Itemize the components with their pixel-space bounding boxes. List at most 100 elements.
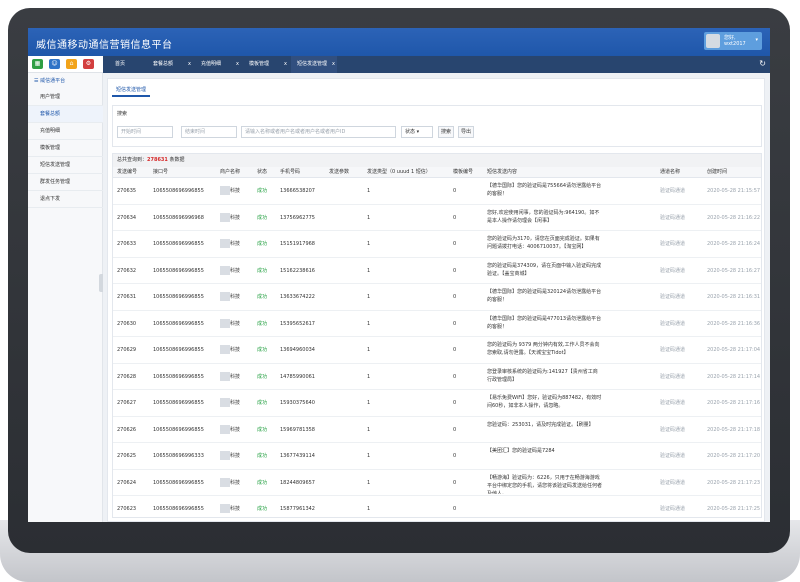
table-body: 270635 1065508696996855 科技 成功 13666538207 1 0 【… xyxy=(113,178,761,517)
sidebar-toolbar: ▦ ☺ ⌂ ⚙ xyxy=(28,56,103,73)
cell-channel: 验证码通道 xyxy=(660,267,686,274)
col-port: 接口号 xyxy=(153,169,169,175)
cell-id: 270631 xyxy=(117,294,137,300)
tab-template[interactable]: 模板管理 x xyxy=(243,56,289,73)
table-row[interactable]: 270628 1065508696996855 科技 成功 14785990061 1 0 您… xyxy=(113,364,761,391)
tab-label: 首页 xyxy=(115,61,126,67)
sidebar-item-bulk[interactable]: 群发任务管理 xyxy=(28,174,103,191)
cell-type: 1 xyxy=(367,506,371,512)
merchant-name: 科技 xyxy=(230,241,241,247)
tab-recharge[interactable]: 充值明细 x xyxy=(195,56,241,73)
cell-status: 成功 xyxy=(257,373,268,380)
cell-id: 270628 xyxy=(117,373,137,380)
cell-phone: 15969781358 xyxy=(280,426,315,433)
settings-button[interactable]: ⚙ xyxy=(83,59,94,69)
sidebar-item-users[interactable]: 用户管理 xyxy=(28,89,103,106)
close-icon[interactable]: x xyxy=(284,56,287,73)
cell-status: 成功 xyxy=(257,241,268,247)
table-row[interactable]: 270634 1065508696996968 科技 成功 13756962775 1 0 您… xyxy=(113,205,761,231)
close-icon[interactable]: x xyxy=(236,56,239,73)
cell-time: 2020-05-28 21:17:14 xyxy=(707,373,761,380)
cell-time: 2020-05-28 21:16:22 xyxy=(707,214,761,221)
cell-status: 成功 xyxy=(257,479,268,486)
table-row[interactable]: 270625 1065508696996333 科技 成功 13677439114 1 0 【… xyxy=(113,443,761,470)
home-button[interactable]: ⌂ xyxy=(66,59,77,69)
sidebar-item-template[interactable]: 模板管理 xyxy=(28,140,103,157)
close-icon[interactable]: x xyxy=(332,56,335,73)
cell-id: 270632 xyxy=(117,267,137,274)
tab-sms-send[interactable]: 短信发送管理 x xyxy=(291,56,337,73)
cell-port: 1065508696996855 xyxy=(153,400,204,406)
table-row[interactable]: 270635 1065508696996855 科技 成功 13666538207 1 0 【… xyxy=(113,178,761,205)
cell-port: 1065508696996333 xyxy=(153,453,204,459)
close-icon[interactable]: x xyxy=(188,56,191,73)
sidebar-item-sms[interactable]: 短信发送管理 xyxy=(28,157,103,174)
table-row[interactable]: 270623 1065508696996855 科技 成功 15877961342 1 0 验… xyxy=(113,496,761,517)
start-time-input[interactable]: 开始时间 xyxy=(117,126,173,138)
cell-phone: 13756962775 xyxy=(280,214,315,221)
cell-type: 1 xyxy=(367,241,371,247)
merchant-name: 科技 xyxy=(230,214,241,221)
cell-type: 1 xyxy=(367,373,371,380)
search-row: 开始时间 结束时间 请输入名称或者用户名或者用户名或者用户ID 状态 ▾ 搜索 … xyxy=(117,126,757,139)
user-menu[interactable]: 您好, wxt2017 ▾ xyxy=(704,32,762,50)
table-row[interactable]: 270632 1065508696996855 科技 成功 15162238616 1 0 您… xyxy=(113,258,761,284)
col-params: 发送参数 xyxy=(329,169,350,175)
cell-id: 270633 xyxy=(117,241,137,247)
subtab-sms-send[interactable]: 短信发送管理 xyxy=(112,83,151,97)
refresh-icon[interactable]: ↻ xyxy=(759,59,766,68)
table-row[interactable]: 270627 1065508696996855 科技 成功 15930375640 1 0 【… xyxy=(113,390,761,417)
search-button[interactable]: 搜索 xyxy=(438,126,454,138)
cell-content: 您验证码：253031，请及时完成验证。【刷量】 xyxy=(487,421,594,428)
cell-content: 您好,欢迎使用闲事，您的验证码为:964190。如不是本人操作请勿理会【闲事】 xyxy=(487,209,600,224)
sidebar-item-recharge[interactable]: 充值明细 xyxy=(28,123,103,140)
avatar xyxy=(706,34,720,48)
cell-tpl: 0 xyxy=(453,426,457,433)
table-row[interactable]: 270624 1065508696996855 科技 成功 18244809657 1 0 【… xyxy=(113,470,761,496)
masked-merchant xyxy=(220,451,230,460)
table-row[interactable]: 270631 1065508696996855 科技 成功 13633674222 1 0 【… xyxy=(113,284,761,311)
user-greeting: 您好, xyxy=(724,35,736,41)
cell-phone: 15930375640 xyxy=(280,400,315,406)
keyword-input[interactable]: 请输入名称或者用户名或者用户名或者用户ID xyxy=(241,126,396,138)
table-row[interactable]: 270630 1065508696996855 科技 成功 15395652617 1 0 【… xyxy=(113,311,761,337)
cell-merchant: 科技 xyxy=(220,364,240,391)
content-panel: 短信发送管理 搜索 开始时间 结束时间 请输入名称或者用户名或者用户名或者用户I… xyxy=(107,78,765,522)
merchant-name: 科技 xyxy=(230,453,241,459)
cell-port: 1065508696996855 xyxy=(153,426,204,433)
merchant-name: 科技 xyxy=(230,426,241,433)
sidebar-item-package[interactable]: 套餐总额 xyxy=(28,106,103,123)
status-select[interactable]: 状态 ▾ xyxy=(401,126,433,138)
cell-content: 【德华国际】您的验证码是755664请勿泄露给平台的客服！ xyxy=(487,183,602,197)
status-select-value: 状态 xyxy=(405,129,416,135)
tab-bar: 首页 套餐总额 x 充值明细 x 模板管理 x 短信发送管理 x ↻ xyxy=(103,56,770,73)
table-row[interactable]: 270629 1065508696996855 科技 成功 13694960034 1 0 您… xyxy=(113,337,761,364)
cell-content: 您的验证码为 9379 两分钟内有效,工作人员不会向您索取,请勿泄露。【天城宝宝… xyxy=(487,342,600,356)
cell-channel: 验证码通道 xyxy=(660,453,686,459)
table-row[interactable]: 270626 1065508696996855 科技 成功 15969781358 1 0 您… xyxy=(113,417,761,443)
masked-merchant xyxy=(220,398,230,407)
cell-status: 成功 xyxy=(257,426,268,433)
cell-channel: 验证码通道 xyxy=(660,479,686,486)
sidebar-item-refund[interactable]: 退点下发 xyxy=(28,191,103,208)
stats-button[interactable]: ▦ xyxy=(32,59,43,69)
search-panel: 搜索 开始时间 结束时间 请输入名称或者用户名或者用户名或者用户ID 状态 ▾ … xyxy=(112,105,762,147)
cell-tpl: 0 xyxy=(453,347,457,353)
cell-tpl: 0 xyxy=(453,320,457,327)
sidebar-group[interactable]: ☰ 威信通平台 xyxy=(28,73,103,89)
end-time-input[interactable]: 结束时间 xyxy=(181,126,237,138)
cell-type: 1 xyxy=(367,294,371,300)
export-button[interactable]: 导出 xyxy=(458,126,474,138)
cell-channel: 验证码通道 xyxy=(660,400,686,406)
users-button[interactable]: ☺ xyxy=(49,59,60,69)
cell-tpl: 0 xyxy=(453,188,457,194)
data-table: 总共查询到：278631 条数据 发送编号 接口号 商户名称 状态 手机号码 发… xyxy=(112,153,762,518)
cell-channel: 验证码通道 xyxy=(660,506,686,512)
tab-home[interactable]: 首页 xyxy=(109,56,147,73)
cell-tpl: 0 xyxy=(453,241,457,247)
cell-content: 【德华国际】您的验证码是477013请勿泄露给平台的客服！ xyxy=(487,315,602,330)
cell-type: 1 xyxy=(367,479,371,486)
cell-phone: 15162238616 xyxy=(280,267,315,274)
table-row[interactable]: 270633 1065508696996855 科技 成功 15151917968 1 0 您… xyxy=(113,231,761,258)
tab-package[interactable]: 套餐总额 x xyxy=(147,56,193,73)
